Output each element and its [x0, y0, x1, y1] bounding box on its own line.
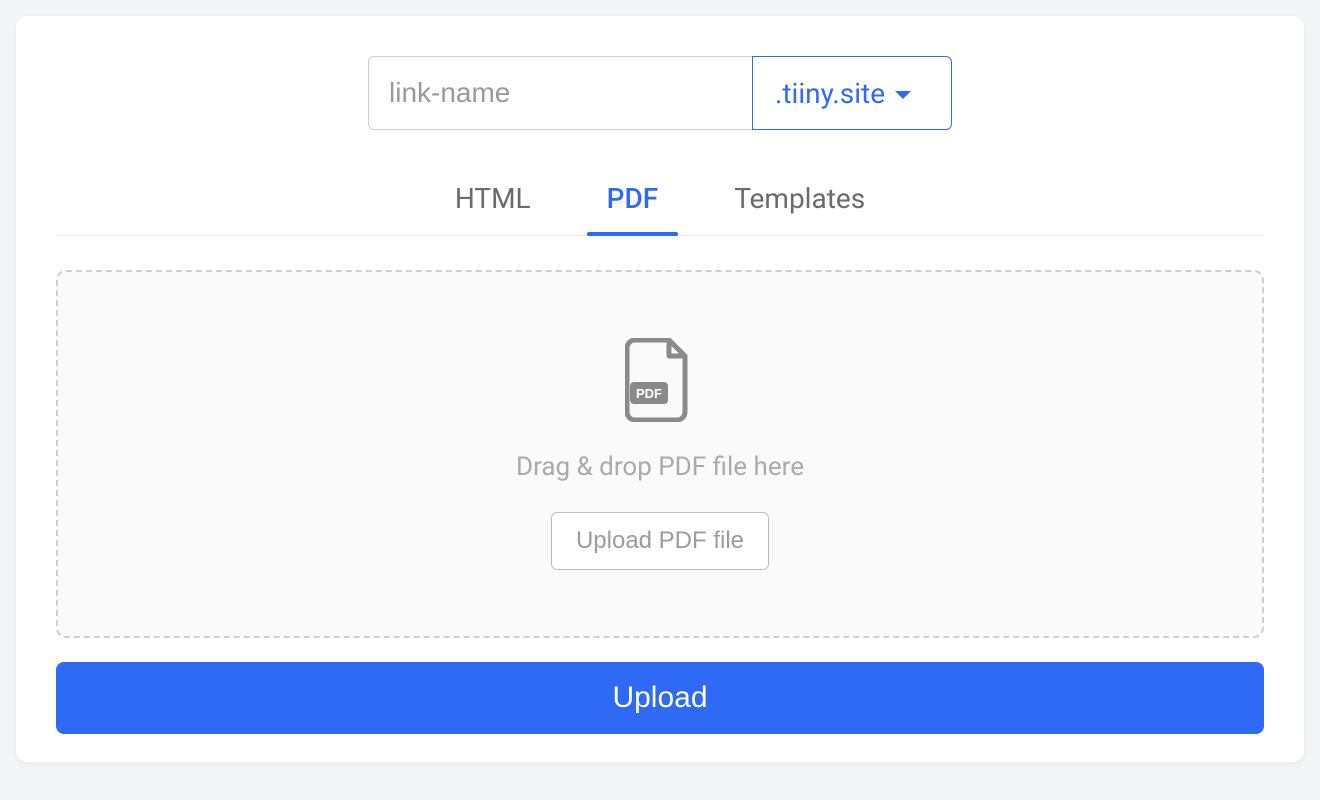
url-row: .tiiny.site: [16, 56, 1304, 130]
upload-card: .tiiny.site HTML PDF Templates PDF Drag …: [16, 16, 1304, 762]
domain-label: .tiiny.site: [775, 77, 885, 110]
svg-text:PDF: PDF: [636, 386, 662, 401]
dropzone[interactable]: PDF Drag & drop PDF file here Upload PDF…: [56, 270, 1264, 638]
dropzone-text: Drag & drop PDF file here: [516, 452, 804, 482]
tab-templates[interactable]: Templates: [720, 174, 879, 235]
pdf-file-icon: PDF: [625, 338, 695, 422]
tab-pdf[interactable]: PDF: [593, 174, 673, 235]
tab-html[interactable]: HTML: [441, 174, 545, 235]
domain-dropdown[interactable]: .tiiny.site: [752, 56, 952, 130]
tabs: HTML PDF Templates: [56, 174, 1264, 236]
upload-file-button[interactable]: Upload PDF file: [551, 512, 769, 570]
caret-down-icon: [895, 91, 911, 99]
upload-button[interactable]: Upload: [56, 662, 1264, 734]
link-name-input[interactable]: [368, 56, 752, 130]
